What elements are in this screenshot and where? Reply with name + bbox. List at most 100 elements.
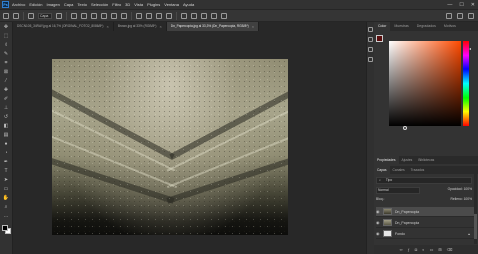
tab-document-3[interactable]: Dn_Papercopia.jpg al 33,3% (Dn_Papercopi… [166, 22, 260, 31]
fill-value[interactable]: 100% [464, 197, 472, 201]
hue-slider-handle[interactable]: ◂ [469, 46, 471, 51]
close-icon[interactable]: × [106, 22, 108, 31]
gradient-icon[interactable]: ▤ [2, 132, 11, 139]
stamp-icon[interactable]: ⊥ [2, 105, 11, 112]
brush-settings-icon[interactable] [368, 47, 373, 52]
tab-color[interactable]: Color [374, 22, 391, 31]
search-icon[interactable] [446, 13, 452, 19]
opacity-value[interactable]: 100% [464, 187, 472, 191]
move-tool-icon[interactable] [13, 12, 19, 19]
eye-icon[interactable]: ◉ [376, 209, 380, 214]
tab-adjustments[interactable]: Ajustes [399, 156, 416, 164]
tab-patterns[interactable]: Motivos [440, 22, 460, 31]
distribute-icon[interactable] [136, 12, 142, 19]
pen-icon[interactable]: ✒ [2, 159, 11, 166]
character-icon[interactable] [368, 57, 373, 62]
history-brush-icon[interactable]: ↺ [2, 114, 11, 121]
menu-seleccion[interactable]: Selección [91, 2, 108, 7]
blend-mode-select[interactable]: Normal [376, 187, 420, 194]
3d-mode-icon[interactable] [221, 12, 227, 19]
canvas-area[interactable] [13, 31, 366, 254]
tab-paths[interactable]: Trazados [408, 166, 428, 174]
close-icon[interactable]: × [159, 22, 161, 31]
maximize-button[interactable]: ☐ [459, 2, 463, 8]
quick-select-icon[interactable]: ✎ [2, 51, 11, 58]
color-picker-field[interactable] [389, 41, 461, 126]
align-top-icon[interactable] [101, 12, 107, 19]
type-icon[interactable]: T [2, 168, 11, 175]
tab-document-1[interactable]: DSCN105_34RAY.jpg al 16,7% (ORGINAL_FOTO… [13, 22, 114, 31]
tab-libraries[interactable]: Bibliotecas [415, 156, 437, 164]
align-left-icon[interactable] [71, 12, 77, 19]
group-icon[interactable]: ▭ [430, 247, 434, 252]
fx-icon[interactable]: ƒ [407, 247, 409, 252]
move-icon[interactable]: ✥ [2, 24, 11, 31]
adjustment-icon[interactable]: ◐ [422, 247, 424, 252]
3d-mode-icon[interactable] [201, 12, 207, 19]
menu-edicion[interactable]: Edición [29, 2, 42, 7]
menu-ayuda[interactable]: Ayuda [183, 2, 194, 7]
menu-3d[interactable]: 3D [125, 2, 130, 7]
fill-control[interactable]: Relleno: 100% [451, 197, 472, 203]
align-center-icon[interactable] [81, 12, 87, 19]
eyedropper-icon[interactable]: ⁄ [2, 78, 11, 85]
color-swatches[interactable] [376, 35, 386, 45]
healing-icon[interactable]: ✚ [2, 87, 11, 94]
eraser-icon[interactable]: ◧ [2, 123, 11, 130]
tab-gradients[interactable]: Degradados [413, 22, 440, 31]
tab-document-2[interactable]: Brown.jpg al 33% (RGB/8*) × [114, 22, 167, 31]
tab-channels[interactable]: Canales [390, 166, 408, 174]
align-bottom-icon[interactable] [121, 12, 127, 19]
dodge-icon[interactable]: ◔ [2, 150, 11, 157]
crop-icon[interactable]: ⌗ [2, 60, 11, 67]
menu-filtro[interactable]: Filtro [112, 2, 121, 7]
layer-row[interactable]: ◉ Dn_Papercopia [376, 207, 474, 217]
hue-slider[interactable] [463, 41, 469, 126]
distribute-icon[interactable] [156, 12, 162, 19]
mask-icon[interactable]: ◘ [415, 247, 417, 252]
lasso-icon[interactable]: ℓ [2, 42, 11, 49]
workspace-icon[interactable] [457, 13, 463, 19]
align-middle-icon[interactable] [111, 12, 117, 19]
menu-texto[interactable]: Texto [77, 2, 87, 7]
actions-icon[interactable] [368, 37, 373, 42]
document-image[interactable] [52, 59, 288, 235]
tab-properties[interactable]: Propiedades [374, 156, 399, 164]
layers-scrollbar[interactable] [474, 174, 477, 244]
opacity-control[interactable]: Opacidad: 100% [448, 187, 472, 194]
history-icon[interactable] [368, 27, 373, 32]
tab-layers[interactable]: Capas [374, 166, 390, 174]
menu-plugins[interactable]: Plugins [147, 2, 160, 7]
close-icon[interactable]: × [252, 22, 254, 31]
transform-controls-checkbox[interactable] [56, 12, 62, 19]
menu-vista[interactable]: Vista [134, 2, 143, 7]
close-button[interactable]: ✕ [471, 2, 475, 8]
3d-mode-icon[interactable] [211, 12, 217, 19]
scrollbar-thumb[interactable] [474, 214, 477, 239]
link-icon[interactable]: ∞ [400, 247, 403, 252]
3d-mode-icon[interactable] [181, 12, 187, 19]
menu-imagen[interactable]: Imagen [46, 2, 59, 7]
share-icon[interactable] [468, 13, 474, 19]
layer-row[interactable]: ◉ Fondo 🔒︎ [376, 229, 474, 239]
path-select-icon[interactable]: ➤ [2, 177, 11, 184]
menu-ventana[interactable]: Ventana [164, 2, 179, 7]
trash-icon[interactable]: ⌫ [447, 247, 453, 252]
distribute-icon[interactable] [146, 12, 152, 19]
more-icon[interactable]: … [2, 213, 11, 220]
auto-select-checkbox[interactable] [28, 12, 34, 19]
hand-icon[interactable]: ✋ [2, 195, 11, 202]
new-layer-icon[interactable]: ⊞ [438, 247, 441, 252]
blur-icon[interactable]: ● [2, 141, 11, 148]
minimize-button[interactable]: — [447, 2, 452, 8]
distribute-icon[interactable] [166, 12, 172, 19]
frame-icon[interactable]: ⊠ [2, 69, 11, 76]
auto-select-mode[interactable]: Capa [38, 12, 52, 19]
3d-mode-icon[interactable] [191, 12, 197, 19]
zoom-icon[interactable]: ⌕ [2, 204, 11, 211]
menu-capa[interactable]: Capa [64, 2, 74, 7]
shape-icon[interactable]: ▭ [2, 186, 11, 193]
layer-row[interactable]: ◉ Dn_Papercopia [376, 218, 474, 228]
foreground-color-swatch[interactable] [2, 225, 8, 231]
foreground-color-swatch[interactable] [376, 35, 383, 42]
